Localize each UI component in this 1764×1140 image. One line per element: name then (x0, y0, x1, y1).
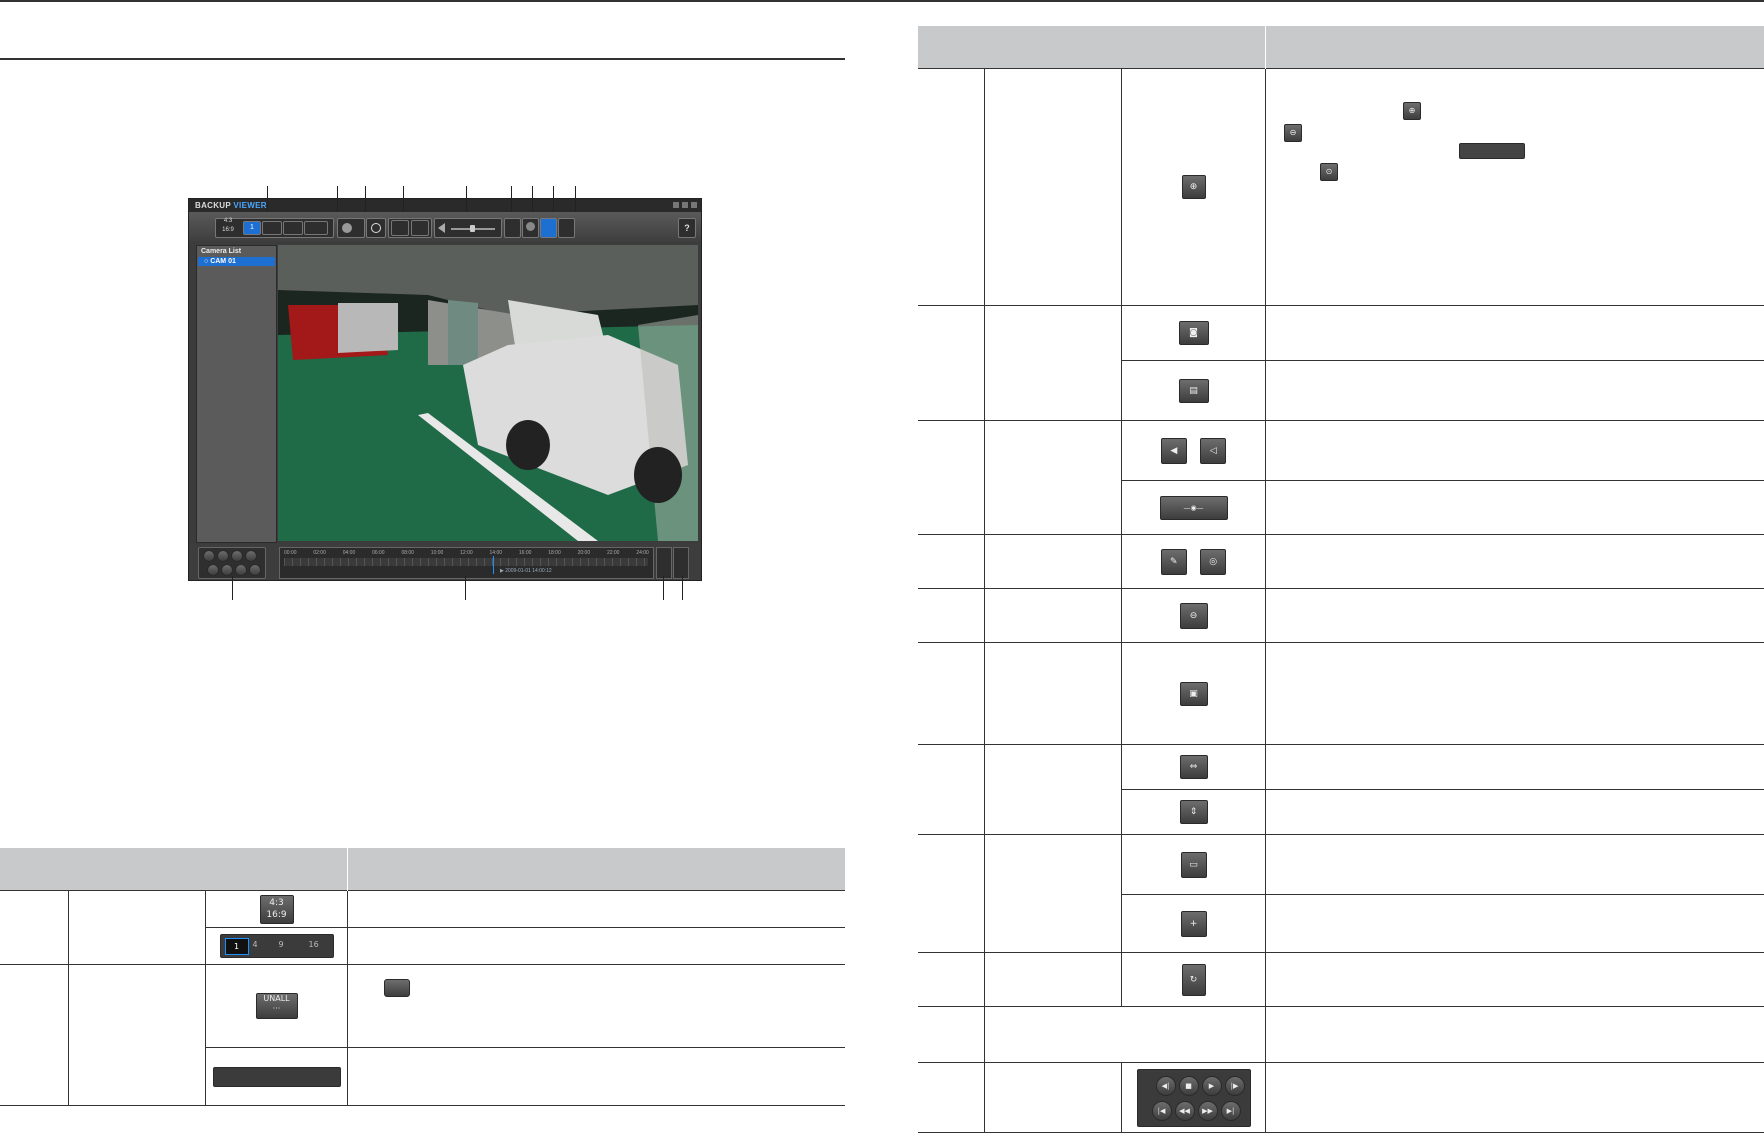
timeline-rotate-button[interactable] (656, 547, 672, 579)
zoom-in-icon: ⊕ (1181, 175, 1206, 199)
zoom-reset-icon: ⊙ (1320, 163, 1338, 181)
fullscreen-button[interactable] (558, 218, 575, 238)
timeline-track[interactable] (284, 558, 648, 566)
split-1-button[interactable]: 1 (243, 221, 261, 235)
speaker-off-icon: ◁ (1200, 437, 1227, 464)
ptz-button[interactable] (522, 218, 539, 238)
app-title: BACKUP VIEWER (195, 201, 267, 210)
timeline-status: ▶ 2009-01-01 14:00:12 (500, 568, 552, 574)
ptz-icon: ⊖ (1179, 602, 1208, 629)
camera-list-header: Camera List (201, 248, 242, 255)
zoom-out-icon: ⊖ (1284, 124, 1302, 142)
playback-controls-icon: ◀| ■ ▶ |▶ |◀ ◀◀ ▶▶ ▶| (1136, 1068, 1251, 1127)
callout-line (575, 186, 576, 212)
callout-line (465, 576, 466, 600)
callout-line (232, 576, 233, 600)
camera-list-panel: Camera List ○ CAM 01 (196, 245, 277, 543)
timeline-cursor[interactable] (493, 556, 494, 574)
rotate-icon: ↻ (1181, 963, 1206, 996)
layout-button[interactable] (540, 218, 557, 238)
capture-button[interactable] (391, 220, 409, 236)
timeline-ticks: 00:00 02:00 04:00 06:00 08:00 10:00 12:00 14:00… (284, 550, 649, 556)
zoom-out-icon: ▭ (1180, 851, 1207, 878)
left-table-header (0, 848, 348, 891)
callout-line (663, 576, 664, 600)
fast-forward-icon[interactable] (235, 564, 247, 576)
toolbar: 4:3 16:9 1 ? (189, 212, 701, 242)
volume-slider-icon: —◉— (1159, 495, 1228, 520)
callout-line (532, 186, 533, 212)
left-section-rule (0, 58, 845, 60)
playback-controls (198, 547, 266, 579)
last-frame-icon[interactable] (249, 564, 261, 576)
playback-bar: 00:00 02:00 04:00 06:00 08:00 10:00 12:00 14:00… (189, 544, 701, 580)
speaker-on-icon: ◀ (1160, 437, 1187, 464)
step-back-icon[interactable] (203, 550, 215, 562)
callout-line (553, 186, 554, 212)
callout-line (403, 186, 404, 212)
right-table-header-desc (1265, 26, 1764, 69)
callout-line (466, 186, 467, 212)
zoom-slider-icon (1459, 143, 1525, 159)
callout-line (682, 576, 683, 600)
step-forward-icon[interactable] (245, 550, 257, 562)
first-frame-icon[interactable] (207, 564, 219, 576)
print-button[interactable] (411, 220, 429, 236)
camera-item[interactable]: ○ CAM 01 (198, 257, 275, 266)
speaker-icon[interactable] (438, 223, 445, 233)
print-icon: ▤ (1178, 378, 1209, 403)
close-icon[interactable] (691, 202, 697, 208)
aspect-ratio-button[interactable]: 4:3 16:9 (217, 217, 239, 237)
left-table: 4:3 16:9 1 4 9 16 UNALL ··· (0, 848, 845, 1106)
deinterlace-dropdown-icon (384, 979, 410, 997)
maximize-icon[interactable] (682, 202, 688, 208)
deinterlace-off-icon: ◎ (1200, 548, 1227, 575)
camera-icon: ◙ (1178, 321, 1209, 345)
top-rule (0, 0, 1764, 2)
deinterlace-button[interactable] (337, 218, 365, 238)
callout-line (337, 186, 338, 212)
zoom-in-icon: ⊕ (1403, 102, 1421, 120)
right-table: ⊕ ⊕ ⊖ ⊙ ◙ ▤ ◀ ◁ —◉— ✎ ◎ ⊖ ▣ ⇔ ⇕ ▭ + ↻ ◀|… (918, 26, 1764, 1133)
split-screen-icon: 1 4 9 16 (219, 934, 334, 958)
parking-garage-image (278, 245, 698, 541)
layout-collapse-icon: ⇕ (1179, 800, 1208, 824)
deinterlace-toggle-button[interactable] (504, 218, 521, 238)
zoom-in-icon: + (1180, 910, 1207, 937)
help-button[interactable]: ? (678, 218, 696, 238)
play-icon[interactable] (231, 550, 243, 562)
timeline-zoom-buttons[interactable] (673, 547, 689, 579)
split-16-button[interactable] (304, 221, 328, 235)
timeline[interactable]: 00:00 02:00 04:00 06:00 08:00 10:00 12:00 14:00… (279, 547, 654, 579)
aspect-ratio-icon: 4:3 16:9 (259, 894, 294, 924)
video-view[interactable] (278, 245, 698, 541)
layout-expand-icon: ⇔ (1179, 755, 1208, 779)
callout-line (365, 186, 366, 212)
zoom-button[interactable] (366, 218, 386, 238)
right-table-header (918, 26, 1266, 69)
stop-icon[interactable] (217, 550, 229, 562)
rewind-icon[interactable] (221, 564, 233, 576)
split-9-button[interactable] (283, 221, 303, 235)
deinterlace-icon: ✎ (1160, 548, 1187, 575)
callout-line (267, 186, 268, 212)
volume-knob[interactable] (470, 225, 475, 232)
deinterlace-mode-icon: UNALL ··· (255, 993, 298, 1019)
window-buttons (673, 202, 697, 208)
minimize-icon[interactable] (673, 202, 679, 208)
split-4-button[interactable] (262, 221, 282, 235)
app-screenshot: BACKUP VIEWER 4:3 16:9 1 ? Camera List ○ … (188, 198, 702, 581)
callout-line (511, 186, 512, 212)
left-table-header-desc (347, 848, 845, 891)
fullscreen-icon: ▣ (1179, 681, 1208, 706)
deinterlace-menu-icon (212, 1066, 341, 1087)
title-bar: BACKUP VIEWER (189, 199, 701, 212)
